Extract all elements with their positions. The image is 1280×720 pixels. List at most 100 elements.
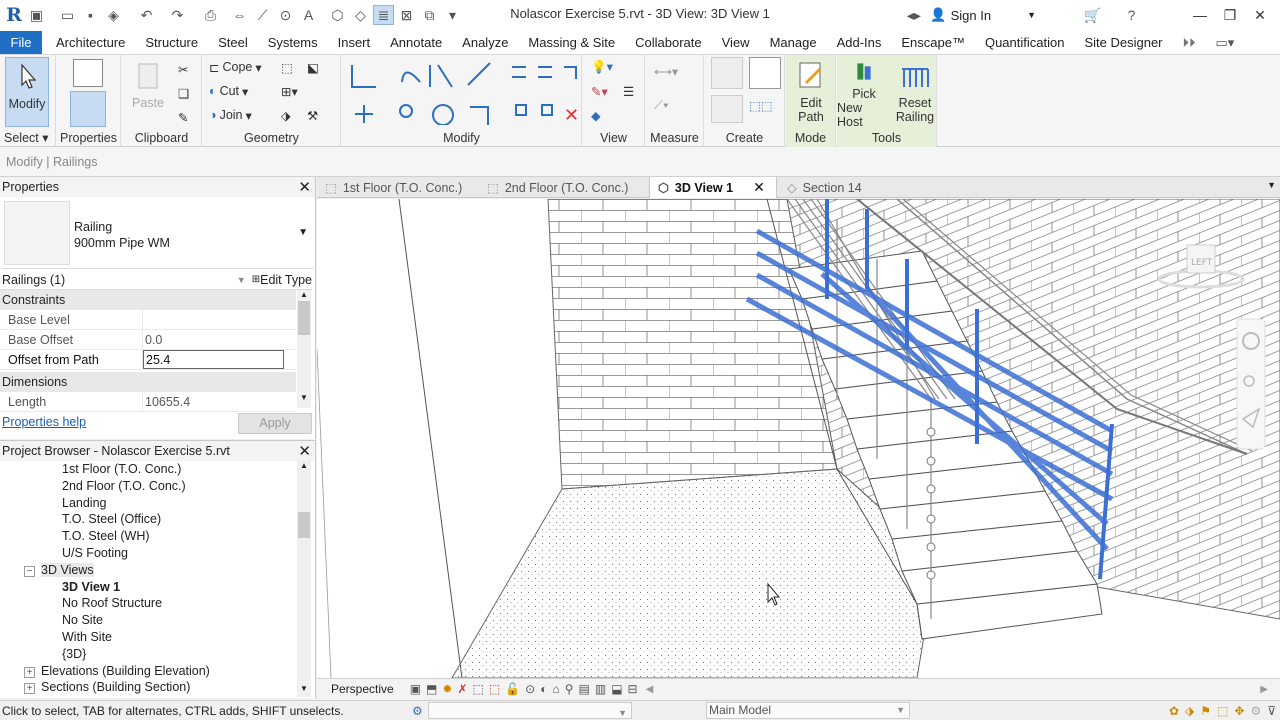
customize-qat-icon[interactable]: ▾ [442,5,463,25]
revit-logo-icon[interactable]: R [4,4,24,26]
tab-site-designer[interactable]: Site Designer [1074,31,1172,54]
property-value[interactable] [143,310,296,329]
redo-icon[interactable]: ↷ [167,5,188,25]
temp-hide-icon[interactable]: ⊙ [525,682,535,696]
workset-icon[interactable]: ⚙ [412,701,423,720]
tab-structure[interactable]: Structure [135,31,208,54]
join-button[interactable]: ◑ Join ▾ [209,105,252,125]
tree-item[interactable]: {3D} [0,646,296,663]
properties-scrollbar[interactable]: ▲ ▼ [297,290,311,408]
cut-icon[interactable]: ✂ [178,59,188,79]
select-by-face-icon[interactable]: ⬚ [1217,701,1228,720]
tab-section-14[interactable]: ◇ Section 14 [779,177,889,198]
expand-icon[interactable]: + [24,666,35,678]
copy-icon[interactable]: ❏ [178,83,189,103]
type-properties-icon[interactable] [73,59,103,87]
aligned-dimension-icon[interactable]: ⟋▾ [654,95,669,115]
scroll-down-icon[interactable]: ▼ [297,684,311,693]
expand-icon[interactable]: + [24,683,35,695]
help-icon[interactable]: ? [1121,5,1142,25]
active-model-dropdown[interactable]: Main Model ▼ [706,702,910,719]
create-group-icon[interactable] [711,95,743,123]
section-icon[interactable]: ◇ [350,5,371,25]
select-links-icon[interactable]: ✿ [1169,701,1179,720]
switch-windows-icon[interactable]: ⧉ [419,5,440,25]
chevron-down-icon[interactable]: ▼ [298,227,308,238]
wall-joins-icon[interactable]: ⬕ [307,57,319,77]
open-icon[interactable]: ▭ [57,5,78,25]
tree-node-elevations[interactable]: + Elevations (Building Elevation) [0,663,296,680]
temp-properties-icon[interactable]: ▤ [579,682,590,696]
pick-new-host-button[interactable]: Pick New Host [837,57,891,129]
collapse-icon[interactable]: − [24,565,35,577]
save-icon[interactable]: ▪ [80,5,101,25]
tab-massing-site[interactable]: Massing & Site [518,31,625,54]
tree-item[interactable]: T.O. Steel (WH) [0,528,296,545]
tree-item[interactable]: No Roof Structure [0,595,296,612]
tree-item[interactable]: 1st Floor (T.O. Conc.) [0,461,296,478]
tab-1st-floor[interactable]: ⬚ 1st Floor (T.O. Conc.) [317,177,477,198]
cope-button[interactable]: ⊏ Cope ▾ [209,57,262,77]
cart-icon[interactable]: 🛒 [1082,5,1103,25]
analysis-icon[interactable]: ⌂ [552,682,559,696]
demolish-icon[interactable]: ⬗ [281,105,291,125]
apply-button[interactable]: Apply [238,413,312,434]
select-underlay-icon[interactable]: ⬗ [1185,701,1194,720]
close-icon[interactable]: ✕ [298,178,311,198]
selection-options[interactable]: ✿ ⬗ ⚑ ⬚ ✥ ⚙ ⊽ [1169,701,1276,720]
home-icon[interactable]: ▣ [26,5,47,25]
tree-item[interactable]: With Site [0,629,296,646]
paste-button[interactable]: Paste [126,57,170,127]
property-value[interactable]: 0.0 [143,330,296,349]
properties-icon[interactable] [70,91,106,127]
filter-icon[interactable]: ⊽ [1267,701,1276,720]
browser-scrollbar[interactable]: ▲ ▼ [297,461,311,697]
tab-manage[interactable]: Manage [760,31,827,54]
hammer-icon[interactable]: ⚒ [307,105,318,125]
ribbon-display-icon[interactable]: ▭▾ [1206,31,1245,54]
visual-style-icon[interactable]: ▣ [410,682,421,696]
navigation-bar[interactable] [1236,318,1266,450]
reset-railing-button[interactable]: Reset Railing [893,57,937,129]
scroll-thumb[interactable] [298,301,310,335]
filter-icon[interactable]: ☰ [623,81,634,101]
linework-icon[interactable]: ◆ [591,105,601,125]
tab-analyze[interactable]: Analyze [452,31,518,54]
unlock-view-icon[interactable]: 🔓 [505,682,520,696]
workset-dropdown[interactable]: ▼ [428,702,632,719]
tab-insert[interactable]: Insert [328,31,381,54]
render-icon[interactable]: ✗ [457,682,467,696]
create-assembly-icon[interactable] [711,57,743,89]
tab-systems[interactable]: Systems [258,31,328,54]
tree-item-selected[interactable]: 3D View 1 [0,579,296,596]
tab-file[interactable]: File [0,31,42,54]
default-3d-icon[interactable]: ⬡ [327,5,348,25]
tab-view[interactable]: View [712,31,760,54]
show-constraints-icon[interactable]: ▥ [595,682,606,696]
measure-icon[interactable]: ⇔ [229,5,250,25]
tree-item[interactable]: No Site [0,612,296,629]
tree-item[interactable]: Landing [0,495,296,512]
scroll-up-icon[interactable]: ▲ [297,290,311,299]
text-icon[interactable]: A [298,5,319,25]
edit-type-button[interactable]: ▼ ⊞ Edit Type [237,273,312,287]
modify-button[interactable]: Modify [5,57,49,127]
tree-item[interactable]: U/S Footing [0,545,296,562]
sign-in[interactable]: 👤 Sign In ▼ [930,7,1036,23]
create-similar-icon[interactable]: ⬚⬚ [749,95,773,115]
properties-help-link[interactable]: Properties help [2,415,86,429]
match-properties-icon[interactable]: ✎ [178,107,188,127]
hide-elements-icon[interactable]: ⊟ [628,682,638,696]
close-icon[interactable]: ✕ [298,442,311,462]
sync-icon[interactable]: ◈ [103,5,124,25]
split-face-icon[interactable]: ⬚ [281,57,293,77]
background-process-icon[interactable]: ⚙ [1250,701,1261,720]
override-icon[interactable]: ✎▾ [591,81,608,101]
tab-add-ins[interactable]: Add-Ins [827,31,892,54]
tab-steel[interactable]: Steel [208,31,258,54]
view-control-icons[interactable]: ▣ ⬒ ✹ ✗ ⬚ ⬚ 🔓 ⊙ ◐ ⌂ ⚲ ▤ ▥ ⬓ ⊟ [410,682,638,696]
cut-geometry-button[interactable]: ◐ Cut ▾ [209,81,248,101]
edit-path-button[interactable]: Edit Path [789,57,833,129]
sun-path-icon[interactable]: ⬒ [426,682,437,696]
overflow-icon[interactable]: ⏵⏵ [1173,31,1206,54]
